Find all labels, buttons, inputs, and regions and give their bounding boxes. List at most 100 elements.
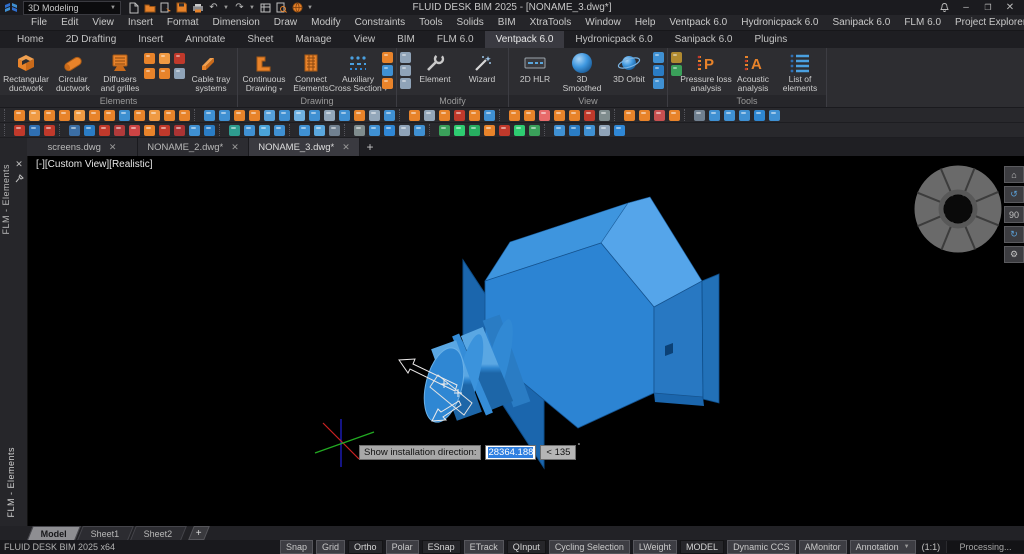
scene-3d-duct-object[interactable] — [28, 156, 1024, 526]
toolbar-tool-button[interactable] — [469, 125, 480, 136]
view-mini-tool-button[interactable] — [653, 52, 664, 63]
menu-item-dimension[interactable]: Dimension — [206, 17, 267, 28]
toolbar-tool-button[interactable] — [369, 110, 380, 121]
sheet-tab-sheet1[interactable]: Sheet1 — [77, 526, 133, 540]
toolbar-tool-button[interactable] — [339, 110, 350, 121]
drawing-continuous-drawing-button[interactable]: ContinuousDrawing ▾ — [241, 50, 287, 93]
tools-pressure-loss-analysis-button[interactable]: PPressure lossanalysis — [683, 50, 729, 93]
toolbar-tool-button[interactable] — [639, 110, 650, 121]
toolbar-tool-button[interactable] — [179, 110, 190, 121]
toolbar-tool-button[interactable] — [164, 110, 175, 121]
ribbon-tab-sanipack-6-0[interactable]: Sanipack 6.0 — [664, 31, 744, 48]
ribbon-tab-annotate[interactable]: Annotate — [174, 31, 236, 48]
new-document-tab-button[interactable]: + — [360, 138, 380, 156]
toolbar-tool-button[interactable] — [769, 110, 780, 121]
toolbar-tool-button[interactable] — [329, 125, 340, 136]
drawing-connect-elements-button[interactable]: ConnectElements — [288, 50, 334, 93]
document-tab-noname-2-dwg-[interactable]: NONAME_2.dwg*✕ — [138, 138, 249, 156]
toolbar-tool-button[interactable] — [739, 110, 750, 121]
qat-caret-icon[interactable]: ▼ — [223, 4, 230, 11]
toolbar-tool-button[interactable] — [204, 110, 215, 121]
distance-input[interactable]: 28364.188 — [485, 445, 536, 460]
toolbar-tool-button[interactable] — [144, 125, 155, 136]
status-toggle-etrack[interactable]: ETrack — [464, 540, 504, 554]
ribbon-tab-view[interactable]: View — [343, 31, 387, 48]
toolbar-tool-button[interactable] — [584, 110, 595, 121]
menu-item-format[interactable]: Format — [160, 17, 206, 28]
document-tab-close-icon[interactable]: ✕ — [109, 142, 117, 153]
elements-cable-tray-systems-button[interactable]: Cable traysystems — [188, 50, 234, 93]
toolbar-tool-button[interactable] — [14, 110, 25, 121]
toolbar-tool-button[interactable] — [709, 110, 720, 121]
toolbar-tool-button[interactable] — [189, 125, 200, 136]
toolbar-tool-button[interactable] — [369, 125, 380, 136]
toolbar-tool-button[interactable] — [539, 110, 550, 121]
toolbar-tool-button[interactable] — [654, 110, 665, 121]
palette-pin-icon[interactable] — [13, 172, 25, 184]
menu-item-sanipack-6-0[interactable]: Sanipack 6.0 — [826, 17, 898, 28]
ribbon-tab-manage[interactable]: Manage — [284, 31, 342, 48]
ribbon-tab-bim[interactable]: BIM — [386, 31, 426, 48]
menu-item-modify[interactable]: Modify — [304, 17, 347, 28]
modify-wizard-button[interactable]: Wizard — [459, 50, 505, 84]
toolbar-tool-button[interactable] — [314, 125, 325, 136]
qat-doc-arrow-icon[interactable] — [159, 2, 172, 14]
ribbon-tab-home[interactable]: Home — [6, 31, 55, 48]
toolbar-tool-button[interactable] — [399, 125, 410, 136]
qat-folder-icon[interactable] — [143, 2, 156, 14]
qat-zoom-doc-icon[interactable] — [275, 2, 288, 14]
document-tab-close-icon[interactable]: ✕ — [342, 142, 350, 153]
qat-globe-icon[interactable] — [291, 2, 304, 14]
toolbar-tool-button[interactable] — [234, 110, 245, 121]
status-toggle-qinput[interactable]: QInput — [507, 540, 546, 554]
restore-button[interactable]: ❐ — [982, 2, 994, 14]
qat-undo-icon[interactable]: ↶ — [207, 2, 220, 14]
toolbar-tool-button[interactable] — [244, 125, 255, 136]
toolbar-tool-button[interactable] — [514, 125, 525, 136]
toolbar-tool-button[interactable] — [84, 125, 95, 136]
drawing-mini-tool-button[interactable] — [382, 65, 393, 76]
toolbar-tool-button[interactable] — [219, 110, 230, 121]
modify-mini-tool-button[interactable] — [400, 65, 411, 76]
elements-rectangular-ductwork-button[interactable]: Rectangularductwork — [3, 50, 49, 93]
toolbar-tool-button[interactable] — [454, 125, 465, 136]
rotate-ccw-button[interactable]: ↺ — [1004, 186, 1024, 203]
toolbar-tool-button[interactable] — [384, 110, 395, 121]
palette-close-icon[interactable]: ✕ — [13, 158, 25, 170]
drawing-mini-tool-button[interactable] — [382, 78, 393, 89]
status-toggle-cycling-selection[interactable]: Cycling Selection — [549, 540, 630, 554]
toolbar-tool-button[interactable] — [159, 125, 170, 136]
toolbar-tool-button[interactable] — [669, 110, 680, 121]
modify-element-button[interactable]: Element — [412, 50, 458, 84]
toolbar-tool-button[interactable] — [354, 125, 365, 136]
toolbar-tool-button[interactable] — [484, 125, 495, 136]
drawing-viewport[interactable]: [-][Custom View][Realistic] — [28, 156, 1024, 526]
toolbar-tool-button[interactable] — [484, 110, 495, 121]
menu-item-file[interactable]: File — [24, 17, 54, 28]
toolbar-tool-button[interactable] — [624, 110, 635, 121]
qat-disk-icon[interactable] — [175, 2, 188, 14]
toolbar-tool-button[interactable] — [439, 110, 450, 121]
workspace-dropdown[interactable]: 3D Modeling ▼ — [23, 1, 121, 15]
toolbar-tool-button[interactable] — [29, 125, 40, 136]
toolbar-tool-button[interactable] — [724, 110, 735, 121]
status-toggle-dynamic-ccs[interactable]: Dynamic CCS — [727, 540, 796, 554]
drawing-mini-tool-button[interactable] — [382, 52, 393, 63]
wheel-settings-gear-icon[interactable]: ⚙ — [1004, 246, 1024, 263]
qat-caret-icon[interactable]: ▼ — [249, 4, 256, 11]
new-sheet-button[interactable]: + — [188, 526, 210, 540]
toolbar-tool-button[interactable] — [309, 110, 320, 121]
toolbar-tool-button[interactable] — [354, 110, 365, 121]
menu-item-help[interactable]: Help — [628, 17, 663, 28]
ribbon-tab-hydronicpack-6-0[interactable]: Hydronicpack 6.0 — [564, 31, 663, 48]
toolbar-tool-button[interactable] — [249, 110, 260, 121]
toolbar-tool-button[interactable] — [74, 110, 85, 121]
tools-list-of-elements-button[interactable]: List ofelements — [777, 50, 823, 93]
toolbar-tool-button[interactable] — [569, 125, 580, 136]
elements-mini-tool-button[interactable] — [144, 53, 155, 64]
toolbar-tool-button[interactable] — [754, 110, 765, 121]
ribbon-tab-ventpack-6-0[interactable]: Ventpack 6.0 — [485, 31, 565, 48]
drawing-auxiliary-cross-section-button[interactable]: AuxiliaryCross Section ▾ — [335, 50, 381, 93]
menu-item-ventpack-6-0[interactable]: Ventpack 6.0 — [662, 17, 734, 28]
qat-doc-new-icon[interactable] — [127, 2, 140, 14]
